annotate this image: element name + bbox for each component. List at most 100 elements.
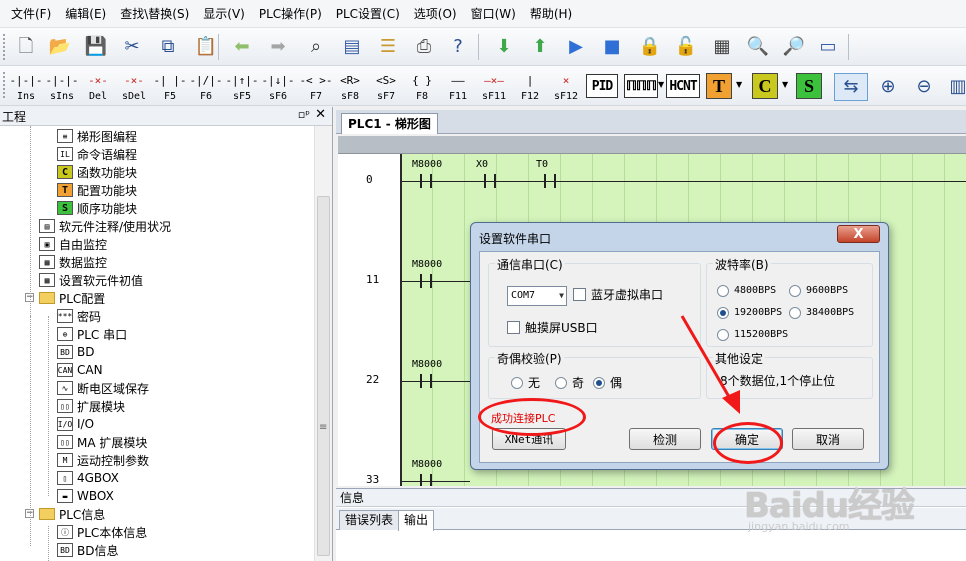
back-arrow-icon[interactable]: ⬅: [228, 33, 256, 61]
tree-item[interactable]: C 函数功能块: [57, 163, 137, 181]
tree-item[interactable]: *** 密码: [57, 307, 101, 325]
ladder-ins-button[interactable]: -|-|- Ins: [8, 68, 44, 104]
ladder-f8-button[interactable]: { } F8: [404, 68, 440, 104]
stop-icon[interactable]: ■: [598, 33, 626, 61]
baud-radio[interactable]: [789, 307, 801, 319]
ladder-contact[interactable]: [484, 174, 496, 188]
open-folder-icon[interactable]: 📂: [46, 33, 74, 61]
scrollbar-thumb[interactable]: [317, 196, 330, 556]
tab-error-list[interactable]: 错误列表: [339, 510, 400, 530]
ladder-contact[interactable]: [420, 174, 432, 188]
detect-button[interactable]: 检测: [629, 428, 701, 450]
ladder-sf11-button[interactable]: —×— sF11: [476, 68, 512, 104]
tree-item[interactable]: ⊕ PLC 串口: [57, 325, 127, 343]
tree-item[interactable]: CAN CAN: [57, 361, 103, 379]
new-file-icon[interactable]: 🗋: [12, 33, 40, 61]
ladder-sdel-button[interactable]: -×- sDel: [116, 68, 152, 104]
tree-item[interactable]: BD BD: [57, 343, 94, 361]
chevron-down-icon[interactable]: ▼: [736, 80, 742, 89]
tab-output[interactable]: 输出: [398, 510, 435, 531]
tree-item[interactable]: M 运动控制参数: [57, 451, 149, 469]
project-tree-scrollbar[interactable]: ≡: [314, 126, 332, 561]
instruction-box-button[interactable]: PID: [586, 74, 618, 98]
layout-icon[interactable]: ▥: [944, 73, 966, 101]
cut-icon[interactable]: ✂: [118, 33, 146, 61]
tree-item[interactable]: PLC信息: [39, 505, 105, 523]
tree-item[interactable]: ⓘ PLC本体信息: [57, 523, 147, 541]
zoom-out-icon[interactable]: ⊖: [910, 73, 938, 101]
ladder-f12-button[interactable]: | F12: [512, 68, 548, 104]
bluetooth-checkbox[interactable]: [573, 288, 586, 301]
ladder-f6-button[interactable]: -|/|- F6: [188, 68, 224, 104]
tree-item[interactable]: ≡ 梯形图编程: [57, 127, 137, 145]
list-icon[interactable]: ☰: [374, 33, 402, 61]
tree-item[interactable]: PLC配置: [39, 289, 105, 307]
block-t-button[interactable]: T: [706, 73, 732, 99]
ladder-sf6-button[interactable]: -|↓|- sF6: [260, 68, 296, 104]
close-icon[interactable]: ✕: [315, 107, 326, 122]
menu-item[interactable]: 文件(F): [4, 0, 58, 28]
tree-item[interactable]: ▯▯ 扩展模块: [57, 397, 125, 415]
tree-item[interactable]: ▬ WBOX: [57, 487, 114, 505]
zoom-doc-icon[interactable]: 🔎: [780, 33, 808, 61]
paste-icon[interactable]: 📋: [192, 33, 220, 61]
copy-icon[interactable]: ⧉: [154, 33, 182, 61]
parity-radio[interactable]: [555, 377, 567, 389]
download-icon[interactable]: ⬇: [490, 33, 518, 61]
tree-item[interactable]: ▦ 设置软元件初值: [39, 271, 143, 289]
ladder-f5-button[interactable]: -| |- F5: [152, 68, 188, 104]
parity-radio[interactable]: [511, 377, 523, 389]
window-icon[interactable]: ▤: [338, 33, 366, 61]
menu-item[interactable]: PLC操作(P): [252, 0, 329, 28]
toolbar-grip[interactable]: [3, 72, 6, 98]
tree-item[interactable]: T 配置功能块: [57, 181, 137, 199]
parity-radio[interactable]: [593, 377, 605, 389]
ladder-contact[interactable]: [420, 274, 432, 288]
menu-item[interactable]: PLC设置(C): [329, 0, 407, 28]
ladder-f11-button[interactable]: —— F11: [440, 68, 476, 104]
baud-radio[interactable]: [789, 285, 801, 297]
ladder-sf7-button[interactable]: <S> sF7: [368, 68, 404, 104]
ladder-contact[interactable]: [420, 474, 432, 486]
tree-item[interactable]: ▯ 4GBOX: [57, 469, 119, 487]
dialog-close-button[interactable]: X: [837, 225, 880, 243]
unlock-icon[interactable]: 🔓: [672, 33, 700, 61]
cancel-button[interactable]: 取消: [792, 428, 864, 450]
menu-item[interactable]: 显示(V): [196, 0, 252, 28]
tree-item[interactable]: S 顺序功能块: [57, 199, 137, 217]
menu-item[interactable]: 窗口(W): [464, 0, 523, 28]
dialog-titlebar[interactable]: 设置软件串口 X: [471, 223, 888, 251]
tree-item[interactable]: ▤ 软元件注释/使用状况: [39, 217, 171, 235]
forward-arrow-icon[interactable]: ➡: [264, 33, 292, 61]
zoom-in-icon[interactable]: ⊕: [874, 73, 902, 101]
lock-icon[interactable]: 🔒: [636, 33, 664, 61]
help-icon[interactable]: ?: [444, 33, 472, 61]
tree-item[interactable]: I/O I/O: [57, 415, 94, 433]
instruction-box-button[interactable]: ℿℿℿ: [624, 74, 658, 98]
chevron-down-icon[interactable]: ▼: [782, 80, 788, 89]
serial-port-icon[interactable]: ▭: [814, 33, 842, 61]
ladder-sf5-button[interactable]: -|↑|- sF5: [224, 68, 260, 104]
block-s-button[interactable]: S: [796, 73, 822, 99]
menu-item[interactable]: 选项(O): [407, 0, 464, 28]
upload-icon[interactable]: ⬆: [526, 33, 554, 61]
tree-item[interactable]: BD BD信息: [57, 541, 118, 559]
film-icon[interactable]: ▦: [708, 33, 736, 61]
toolbar-grip[interactable]: [3, 34, 6, 60]
tree-item[interactable]: ∿ 断电区域保存: [57, 379, 149, 397]
save-icon[interactable]: 💾: [82, 33, 110, 61]
tree-item[interactable]: ▦ 数据监控: [39, 253, 107, 271]
ladder-sins-button[interactable]: -|-|- sIns: [44, 68, 80, 104]
ladder-del-button[interactable]: -×- Del: [80, 68, 116, 104]
ladder-contact[interactable]: [544, 174, 556, 188]
find-binoculars-icon[interactable]: ⌕: [302, 33, 330, 61]
ladder-sf12-button[interactable]: × sF12: [548, 68, 584, 104]
chevron-down-icon[interactable]: ▼: [658, 80, 664, 89]
pin-icon[interactable]: ▫ᵖ: [298, 108, 310, 121]
tree-item[interactable]: ▣ 自由监控: [39, 235, 107, 253]
com-port-select[interactable]: COM7 ▼: [507, 286, 567, 306]
print-icon[interactable]: ⎙: [410, 33, 438, 61]
menu-item[interactable]: 编辑(E): [58, 0, 113, 28]
fit-width-icon[interactable]: ⇆: [834, 73, 868, 101]
block-c-button[interactable]: C: [752, 73, 778, 99]
